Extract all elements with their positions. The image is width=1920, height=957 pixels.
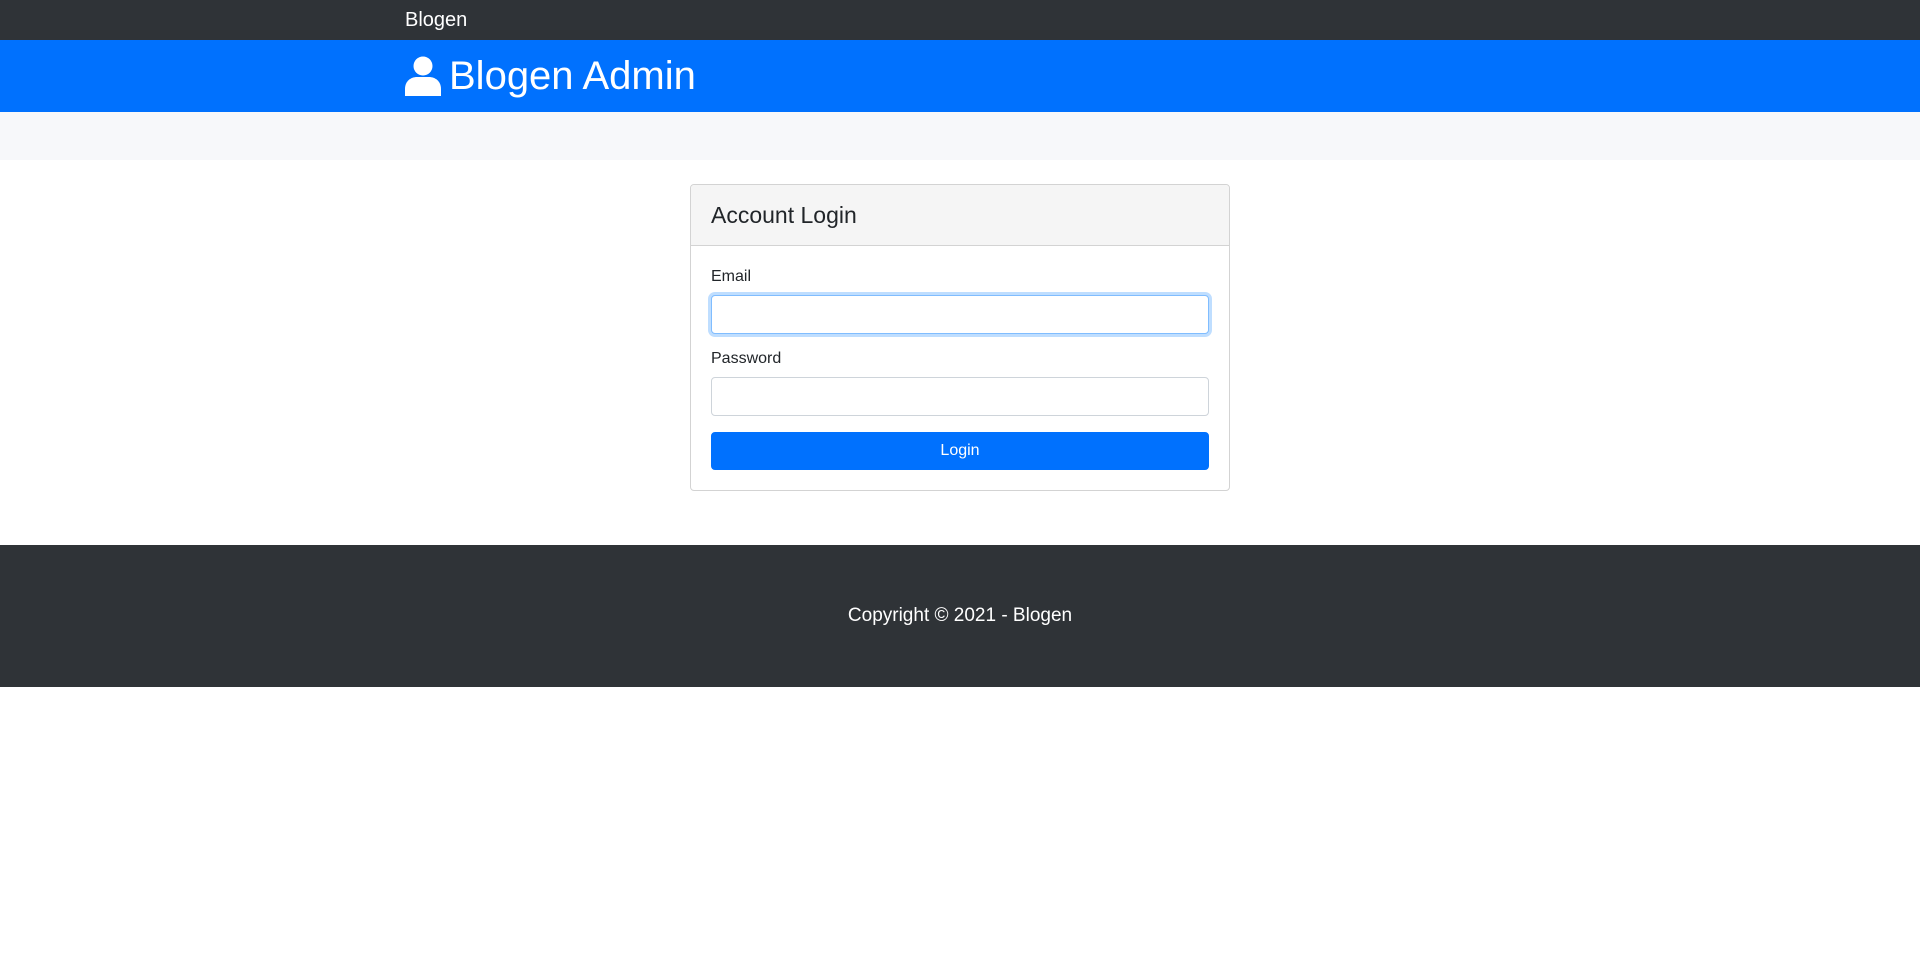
login-card: Account Login Email Password Login	[690, 184, 1230, 491]
login-button[interactable]: Login	[711, 432, 1209, 470]
copyright-text: Copyright © 2021 - Blogen	[847, 605, 1073, 626]
password-label: Password	[711, 350, 782, 367]
navbar-brand[interactable]: Blogen	[405, 0, 467, 40]
password-input[interactable]	[711, 377, 1209, 416]
page-footer: Copyright © 2021 - Blogen	[0, 545, 1920, 687]
password-group: Password	[711, 350, 1209, 416]
login-card-title: Account Login	[711, 201, 857, 228]
email-label: Email	[711, 268, 752, 285]
email-group: Email	[711, 268, 1209, 334]
email-input[interactable]	[711, 295, 1209, 334]
user-icon	[405, 56, 441, 96]
login-form: Email Password Login	[691, 246, 1229, 490]
header-title-text: Blogen Admin	[449, 54, 696, 98]
login-card-header: Account Login	[691, 185, 1229, 246]
page-header: Blogen Admin	[0, 40, 1920, 112]
page-title: Blogen Admin	[405, 56, 1515, 96]
main-content: Account Login Email Password Login	[0, 160, 1920, 545]
top-navbar: Blogen	[0, 0, 1920, 40]
actions-band	[0, 112, 1920, 160]
